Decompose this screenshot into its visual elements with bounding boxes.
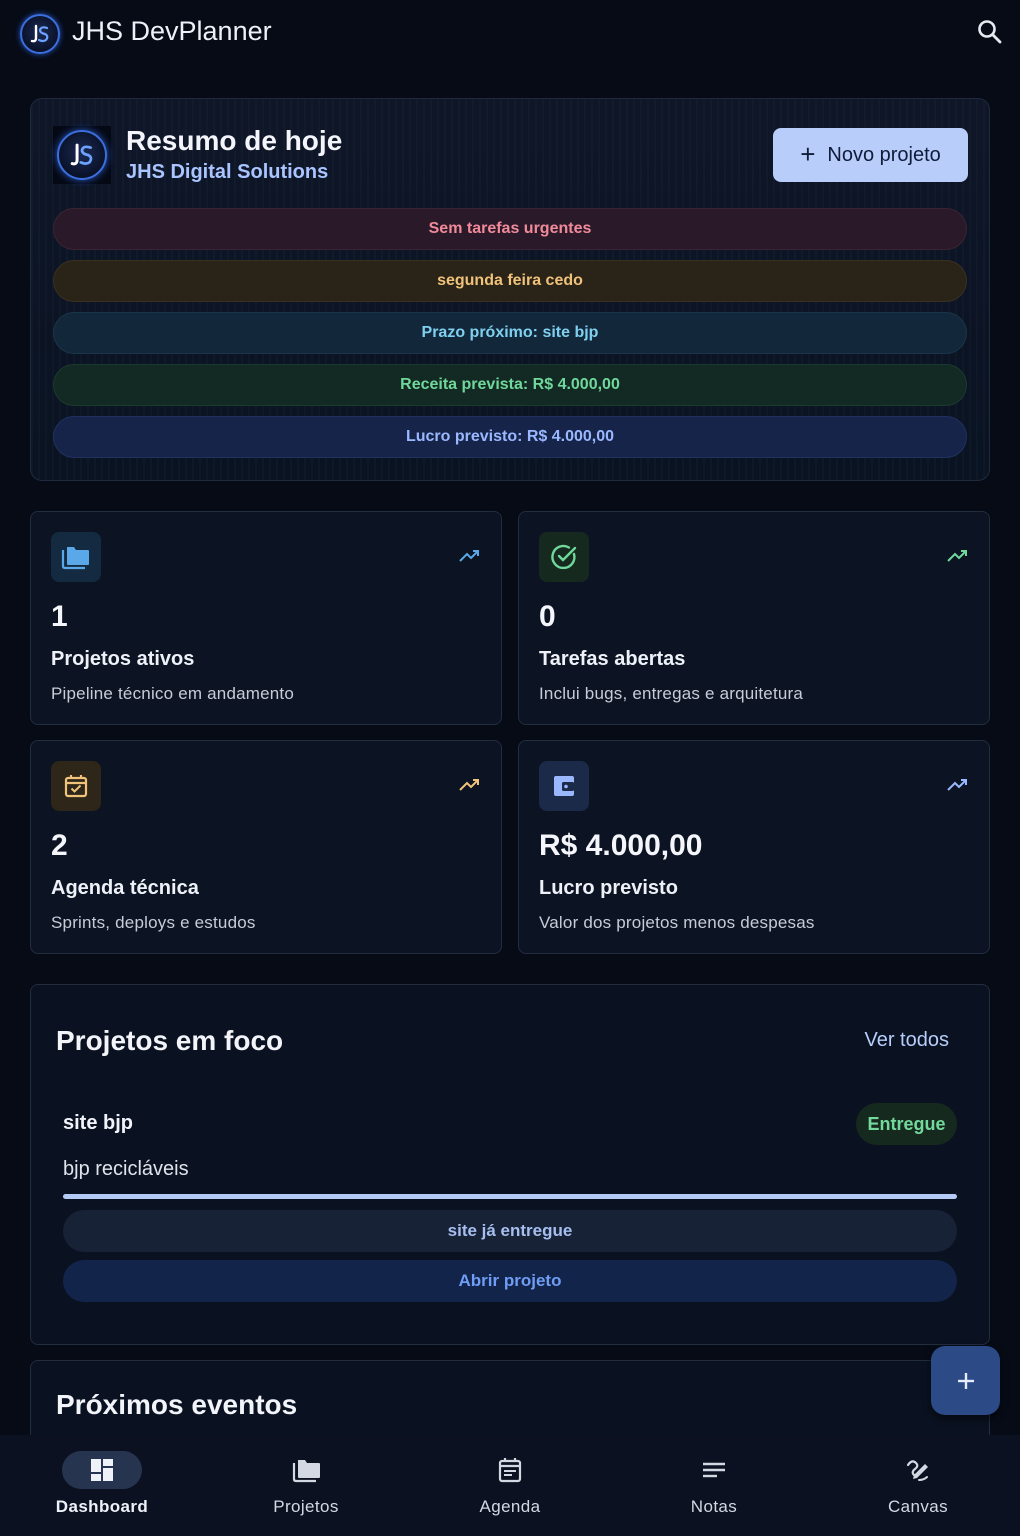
nav-item-agenda[interactable]: Agenda xyxy=(408,1435,612,1536)
alert-profit: Lucro previsto: R$ 4.000,00 xyxy=(53,416,967,458)
alert-urgent: Sem tarefas urgentes xyxy=(53,208,967,250)
stat-value: 1 xyxy=(51,600,68,633)
app-title: JHS DevPlanner xyxy=(72,16,272,46)
stat-description: Sprints, deploys e estudos xyxy=(51,913,256,932)
folder-icon xyxy=(51,532,101,582)
section-title: Próximos eventos xyxy=(56,1389,298,1420)
nav-item-notas[interactable]: Notas xyxy=(612,1435,816,1536)
stat-label: Tarefas abertas xyxy=(539,648,686,670)
alert-deadline: Prazo próximo: site bjp xyxy=(53,312,967,354)
notes-icon xyxy=(700,1456,728,1484)
stat-description: Pipeline técnico em andamento xyxy=(51,684,295,703)
open-project-button[interactable]: Abrir projeto xyxy=(63,1260,957,1302)
dashboard-icon xyxy=(88,1456,116,1484)
project-name: site bjp xyxy=(63,1112,134,1134)
stat-label: Agenda técnica xyxy=(51,877,199,899)
calendar-check-icon xyxy=(51,761,101,811)
trending-up-icon xyxy=(459,777,481,793)
stat-card-projects[interactable]: 1 Projetos ativos Pipeline técnico em an… xyxy=(30,511,502,725)
project-note: site já entregue xyxy=(63,1210,957,1252)
stat-description: Inclui bugs, entregas e arquitetura xyxy=(539,684,804,703)
nav-item-dashboard[interactable]: Dashboard xyxy=(0,1435,204,1536)
nav-item-canvas[interactable]: Canvas xyxy=(816,1435,1020,1536)
nav-item-projetos[interactable]: Projetos xyxy=(204,1435,408,1536)
see-all-link[interactable]: Ver todos xyxy=(864,1029,949,1052)
stat-card-agenda[interactable]: 2 Agenda técnica Sprints, deploys e estu… xyxy=(30,740,502,954)
trending-up-icon xyxy=(947,777,969,793)
company-name: JHS Digital Solutions xyxy=(126,161,329,183)
stat-card-tasks[interactable]: 0 Tarefas abertas Inclui bugs, entregas … xyxy=(518,511,990,725)
plus-icon xyxy=(957,1372,974,1389)
focus-projects-card: Projetos em foco Ver todos site bjp Entr… xyxy=(30,984,990,1345)
summary-title: Resumo de hoje xyxy=(126,125,343,156)
trending-up-icon xyxy=(459,548,481,564)
section-title: Projetos em foco xyxy=(56,1025,284,1056)
nav-label: Agenda xyxy=(479,1497,541,1516)
nav-label: Canvas xyxy=(887,1497,949,1516)
alert-revenue: Receita prevista: R$ 4.000,00 xyxy=(53,364,967,406)
calendar-icon xyxy=(496,1456,524,1484)
stat-value: R$ 4.000,00 xyxy=(539,829,703,862)
wallet-icon xyxy=(539,761,589,811)
folders-icon xyxy=(292,1456,320,1484)
nav-label: Dashboard xyxy=(55,1497,149,1516)
app-bar: JHS DevPlanner xyxy=(0,0,1020,68)
stat-label: Projetos ativos xyxy=(51,648,195,670)
nav-label: Notas xyxy=(690,1497,738,1516)
status-badge: Entregue xyxy=(856,1103,957,1145)
bottom-navigation: Dashboard Projetos Agenda Notas Canvas xyxy=(0,1435,1020,1536)
summary-card: Resumo de hoje JHS Digital Solutions + N… xyxy=(30,98,990,481)
new-project-button[interactable]: + Novo projeto xyxy=(773,128,968,182)
stat-card-profit[interactable]: R$ 4.000,00 Lucro previsto Valor dos pro… xyxy=(518,740,990,954)
project-progress-bar xyxy=(63,1194,957,1199)
check-circle-icon xyxy=(539,532,589,582)
search-icon[interactable] xyxy=(976,18,1004,46)
stat-value: 2 xyxy=(51,829,68,862)
new-project-label: Novo projeto xyxy=(827,143,941,166)
alert-reminder: segunda feira cedo xyxy=(53,260,967,302)
progress-fill xyxy=(63,1194,957,1199)
stat-label: Lucro previsto xyxy=(539,877,678,899)
project-client: bjp recicláveis xyxy=(63,1158,189,1180)
plus-icon: + xyxy=(800,139,816,169)
stat-description: Valor dos projetos menos despesas xyxy=(539,913,815,932)
draw-icon xyxy=(904,1456,932,1484)
jhs-logo-icon xyxy=(20,14,60,54)
trending-up-icon xyxy=(947,548,969,564)
nav-label: Projetos xyxy=(273,1497,339,1516)
company-logo-icon xyxy=(53,126,111,184)
add-fab-button[interactable] xyxy=(931,1346,1000,1415)
stat-value: 0 xyxy=(539,600,556,633)
